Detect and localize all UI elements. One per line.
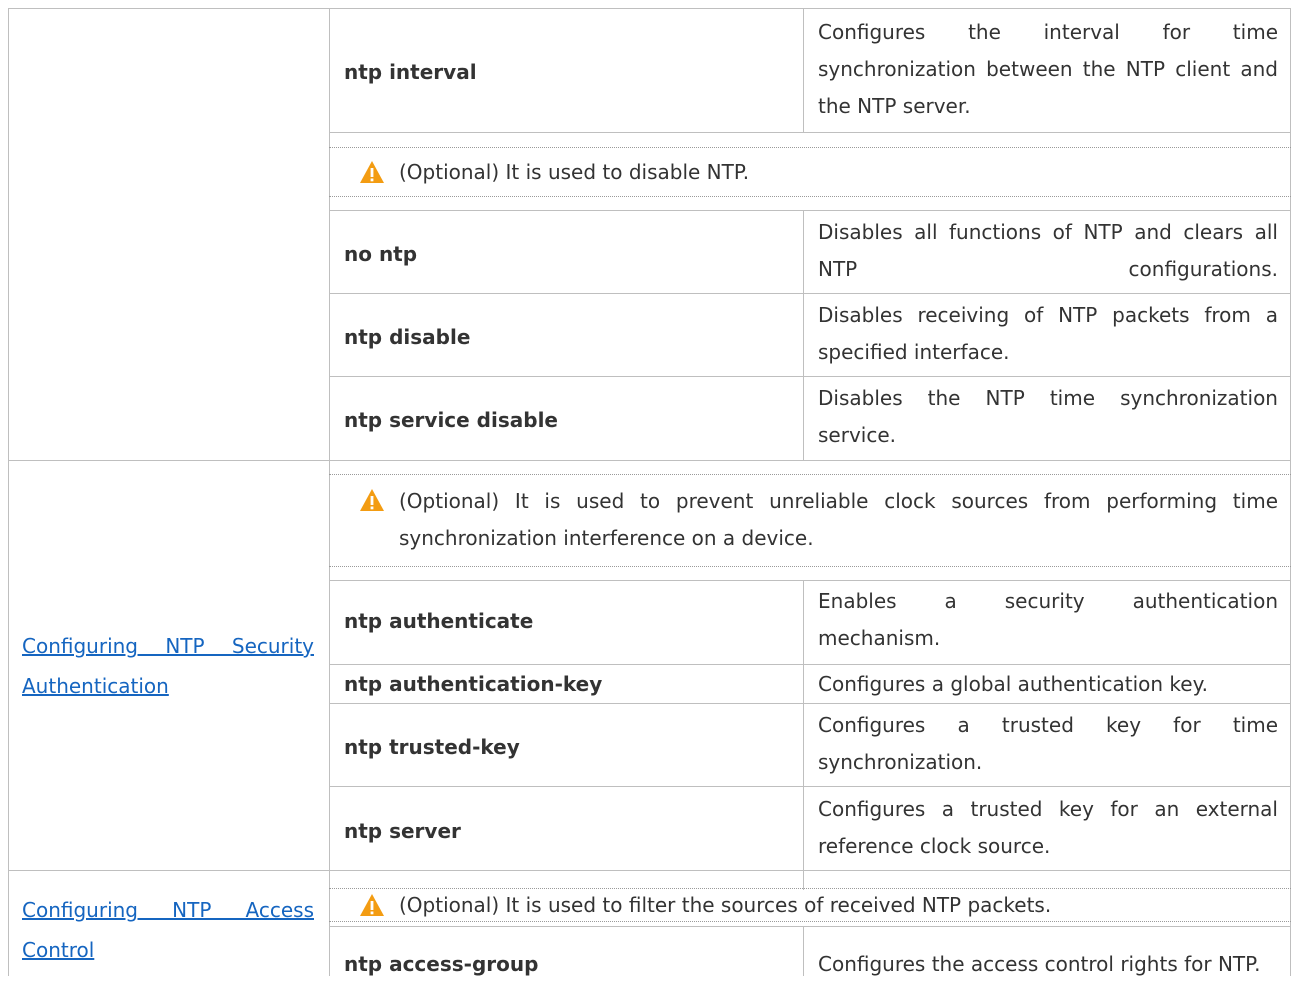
link-line-1[interactable]: Configuring NTP Security (22, 626, 314, 666)
row-separator (329, 926, 1291, 927)
row-separator (329, 210, 1291, 211)
note-disable-ntp: (Optional) It is used to disable NTP. (399, 160, 750, 184)
command-ntp-service-disable: ntp service disable (344, 408, 558, 432)
table-border-left (8, 8, 9, 976)
row-separator (329, 786, 1291, 787)
command-ntp-trusted-key: ntp trusted-key (344, 735, 520, 759)
row-separator (329, 293, 1291, 294)
command-ntp-server: ntp server (344, 819, 461, 843)
row-separator (329, 580, 1291, 581)
row-separator (329, 376, 1291, 377)
row-separator (329, 664, 1291, 665)
row-separator (329, 703, 1291, 704)
note-access: (Optional) It is used to filter the sour… (399, 893, 1052, 917)
column-divider-2 (803, 926, 804, 976)
command-ntp-authentication-key: ntp authentication-key (344, 672, 603, 696)
description-ntp-authenticate: Enables a security authentication mechan… (818, 589, 1278, 650)
command-ntp-disable: ntp disable (344, 325, 471, 349)
description-ntp-access-group: Configures the access control rights for… (818, 952, 1261, 976)
column-divider-2 (803, 580, 804, 890)
warning-icon (360, 161, 384, 183)
description-ntp-trusted-key: Configures a trusted key for time synchr… (818, 713, 1278, 774)
column-divider-1 (329, 8, 330, 976)
table-border-right (1290, 8, 1291, 976)
command-ntp-authenticate: ntp authenticate (344, 609, 534, 633)
link-line-2[interactable]: Authentication (22, 674, 169, 698)
note-security: (Optional) It is used to prevent unrelia… (399, 489, 1278, 550)
description-no-ntp: Disables all functions of NTP and clears… (818, 220, 1278, 281)
link-line-2[interactable]: Control (22, 938, 94, 962)
command-ntp-interval: ntp interval (344, 60, 477, 84)
section-separator (8, 460, 1291, 461)
description-ntp-service-disable: Disables the NTP time synchronization se… (818, 386, 1278, 447)
table-border-top (8, 8, 1291, 9)
note-separator-dotted (329, 196, 1291, 197)
link-configuring-ntp-access-control[interactable]: Configuring NTP Access Control (22, 890, 314, 970)
warning-icon (360, 894, 384, 916)
command-no-ntp: no ntp (344, 242, 418, 266)
description-ntp-disable: Disables receiving of NTP packets from a… (818, 303, 1278, 364)
link-line-1[interactable]: Configuring NTP Access (22, 890, 314, 930)
description-ntp-authentication-key: Configures a global authentication key. (818, 672, 1208, 696)
command-ntp-access-group: ntp access-group (344, 952, 539, 976)
note-separator-dotted (329, 566, 1291, 567)
description-ntp-interval: Configures the interval for time synchro… (818, 20, 1278, 118)
row-separator (329, 132, 1291, 133)
section-separator (8, 870, 1291, 871)
note-separator-dotted (329, 474, 1291, 475)
description-ntp-server: Configures a trusted key for an external… (818, 797, 1278, 858)
link-configuring-ntp-security-authentication[interactable]: Configuring NTP Security Authentication (22, 626, 314, 706)
column-divider-2 (803, 211, 804, 460)
note-separator-dotted (329, 147, 1291, 148)
warning-icon (360, 489, 384, 511)
column-divider-2 (803, 8, 804, 133)
